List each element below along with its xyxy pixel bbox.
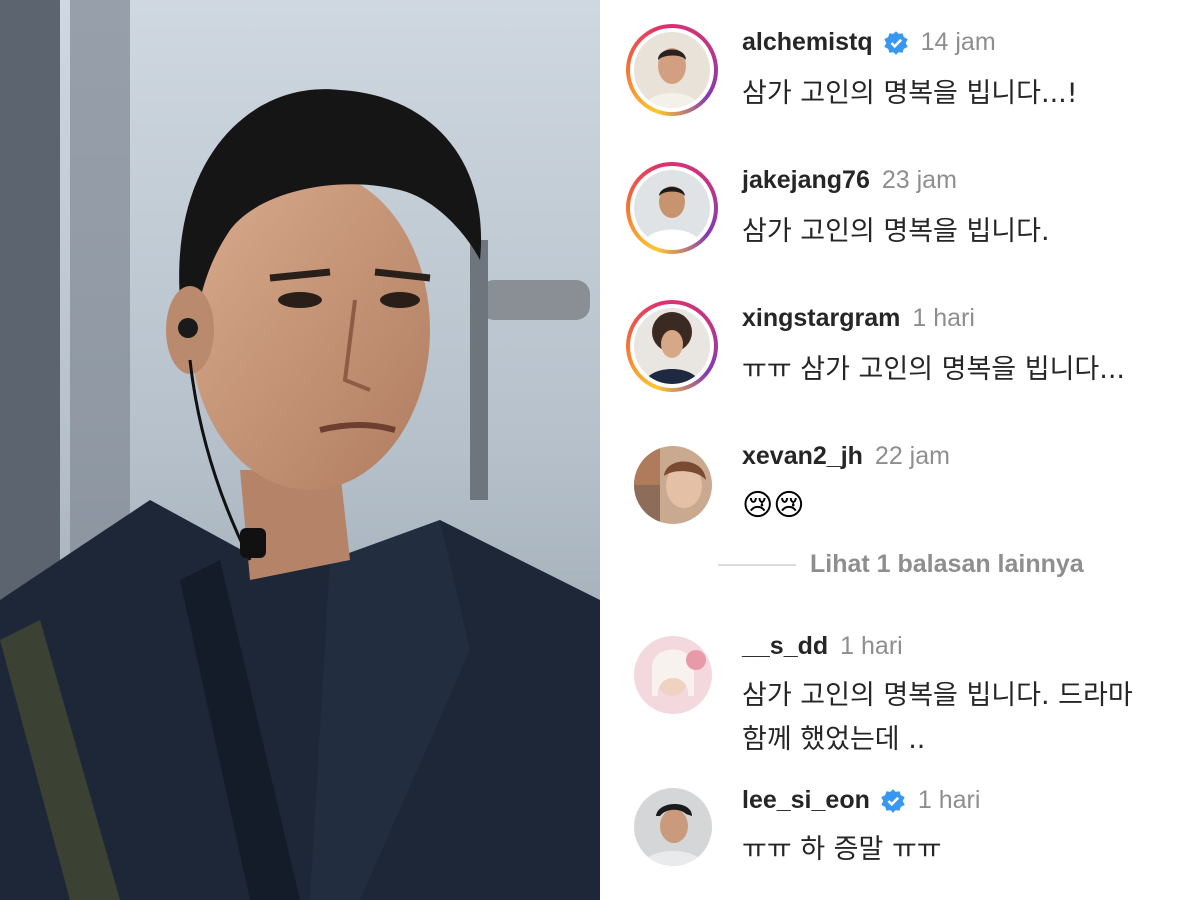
comment-username[interactable]: lee_si_eon [742, 786, 870, 815]
comment-text: 삼가 고인의 명복을 빕니다...! [742, 78, 1078, 109]
avatar[interactable] [626, 300, 718, 392]
verified-badge-icon [881, 788, 905, 813]
comment-text: 삼가 고인의 명복을 빕니다. [742, 216, 1050, 247]
comment-timestamp: 23 jam [881, 166, 957, 194]
comment-text: 함께 했었는데 .. [742, 724, 926, 755]
comment-timestamp: 14 jam [920, 28, 996, 56]
comment-timestamp: 1 hari [917, 786, 981, 814]
post-photo [0, 0, 600, 900]
comment-text: ㅠㅠ 하 증말 ㅠㅠ [742, 834, 942, 865]
verified-badge-icon [883, 30, 908, 55]
view-replies-label: Lihat 1 balasan lainnya [810, 550, 1084, 578]
comment-username[interactable]: xingstargram [742, 304, 900, 333]
view-replies-link[interactable]: Lihat 1 balasan lainnya [718, 550, 1084, 579]
comment-username[interactable]: __s_dd [742, 632, 828, 661]
comment-timestamp: 1 hari [912, 304, 975, 332]
comment-text: ㅠㅠ 삼가 고인의 명복을 빕니다... [742, 354, 1125, 385]
avatar[interactable] [634, 788, 712, 866]
man-in-jacket-photo [0, 0, 600, 900]
comments-panel: alchemistq 14 jam 삼가 고인의 명복을 빕니다...! jak… [600, 0, 1200, 900]
replies-divider [718, 563, 796, 566]
avatar[interactable] [626, 24, 718, 116]
avatar[interactable] [634, 446, 712, 524]
avatar[interactable] [626, 162, 718, 254]
comment-text: 😢😢 [742, 488, 805, 523]
comment-username[interactable]: alchemistq [742, 28, 873, 57]
comment-text: 삼가 고인의 명복을 빕니다. 드라마 [742, 680, 1133, 711]
comment-username[interactable]: jakejang76 [742, 166, 870, 195]
comment-timestamp: 1 hari [840, 632, 903, 660]
comment-timestamp: 22 jam [874, 442, 950, 470]
avatar[interactable] [634, 636, 712, 714]
comment-username[interactable]: xevan2_jh [742, 442, 863, 471]
